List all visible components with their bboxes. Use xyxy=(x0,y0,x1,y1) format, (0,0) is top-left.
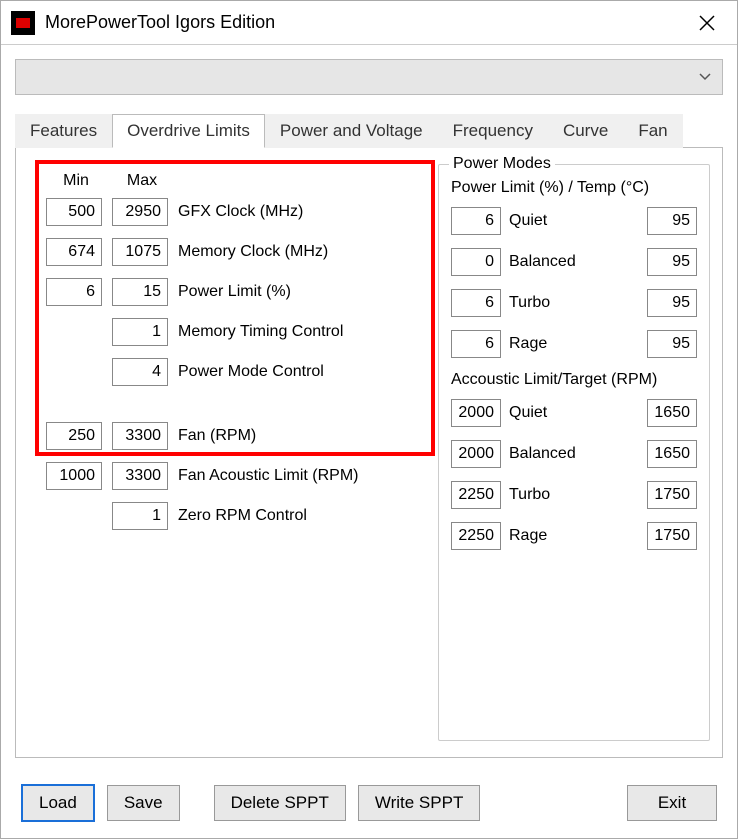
turbo-acoustic-limit-input[interactable] xyxy=(451,481,501,509)
fan-acoustic-max-input[interactable] xyxy=(112,462,168,490)
row-zero-rpm: Zero RPM Control xyxy=(46,502,418,530)
row-power-limit: Power Limit (%) xyxy=(46,278,418,306)
balanced-temp-input[interactable] xyxy=(647,248,697,276)
load-button[interactable]: Load xyxy=(21,784,95,822)
pm-quiet: Quiet xyxy=(451,207,697,235)
power-limit-label: Power Limit (%) xyxy=(178,283,418,301)
turbo-al-label: Turbo xyxy=(509,486,639,504)
row-power-mode-control: Power Mode Control xyxy=(46,358,418,386)
quiet-acoustic-limit-input[interactable] xyxy=(451,399,501,427)
delete-sppt-button[interactable]: Delete SPPT xyxy=(214,785,346,821)
power-mode-label: Power Mode Control xyxy=(178,363,418,381)
rage-acoustic-limit-input[interactable] xyxy=(451,522,501,550)
app-icon xyxy=(11,11,35,35)
memory-clock-label: Memory Clock (MHz) xyxy=(178,243,418,261)
rage-al-label: Rage xyxy=(509,527,639,545)
acoustic-limit-label: Accoustic Limit/Target (RPM) xyxy=(451,371,697,389)
fan-rpm-label: Fan (RPM) xyxy=(178,427,418,445)
tab-panel-overdrive: Min Max GFX Clock (MHz) Memory Clock (MH… xyxy=(15,148,723,758)
al-rage: Rage xyxy=(451,522,697,550)
balanced-al-label: Balanced xyxy=(509,445,639,463)
power-modes-title: Power Modes xyxy=(449,155,555,173)
gfx-clock-max-input[interactable] xyxy=(112,198,168,226)
turbo-label: Turbo xyxy=(509,294,639,312)
pm-rage: Rage xyxy=(451,330,697,358)
al-quiet: Quiet xyxy=(451,399,697,427)
al-turbo: Turbo xyxy=(451,481,697,509)
close-button[interactable] xyxy=(687,3,727,43)
rage-label: Rage xyxy=(509,335,639,353)
balanced-power-input[interactable] xyxy=(451,248,501,276)
row-gfx-clock: GFX Clock (MHz) xyxy=(46,198,418,226)
pm-balanced: Balanced xyxy=(451,248,697,276)
tabstrip: Features Overdrive Limits Power and Volt… xyxy=(15,113,723,148)
device-dropdown[interactable] xyxy=(15,59,723,95)
tab-fan[interactable]: Fan xyxy=(623,114,682,148)
column-headers: Min Max xyxy=(48,172,418,190)
tab-frequency[interactable]: Frequency xyxy=(438,114,548,148)
turbo-power-input[interactable] xyxy=(451,289,501,317)
write-sppt-button[interactable]: Write SPPT xyxy=(358,785,480,821)
button-bar: Load Save Delete SPPT Write SPPT Exit xyxy=(1,772,737,838)
power-limit-min-input[interactable] xyxy=(46,278,102,306)
balanced-acoustic-limit-input[interactable] xyxy=(451,440,501,468)
zero-rpm-label: Zero RPM Control xyxy=(178,507,418,525)
balanced-acoustic-target-input[interactable] xyxy=(647,440,697,468)
chevron-down-icon xyxy=(698,69,712,85)
pm-turbo: Turbo xyxy=(451,289,697,317)
gfx-clock-min-input[interactable] xyxy=(46,198,102,226)
close-icon xyxy=(699,15,715,31)
turbo-acoustic-target-input[interactable] xyxy=(647,481,697,509)
row-memory-clock: Memory Clock (MHz) xyxy=(46,238,418,266)
rage-power-input[interactable] xyxy=(451,330,501,358)
quiet-temp-input[interactable] xyxy=(647,207,697,235)
main-window: MorePowerTool Igors Edition Features Ove… xyxy=(0,0,738,839)
power-limit-max-input[interactable] xyxy=(112,278,168,306)
power-modes-frame: Power Modes Power Limit (%) / Temp (°C) … xyxy=(438,164,710,741)
tab-features[interactable]: Features xyxy=(15,114,112,148)
row-fan-acoustic: Fan Acoustic Limit (RPM) xyxy=(46,462,418,490)
gfx-clock-label: GFX Clock (MHz) xyxy=(178,203,418,221)
power-mode-max-input[interactable] xyxy=(112,358,168,386)
balanced-label: Balanced xyxy=(509,253,639,271)
turbo-temp-input[interactable] xyxy=(647,289,697,317)
fan-rpm-max-input[interactable] xyxy=(112,422,168,450)
memory-clock-min-input[interactable] xyxy=(46,238,102,266)
quiet-label: Quiet xyxy=(509,212,639,230)
max-header: Max xyxy=(114,172,170,190)
tab-overdrive-limits[interactable]: Overdrive Limits xyxy=(112,114,265,148)
min-header: Min xyxy=(48,172,104,190)
rage-temp-input[interactable] xyxy=(647,330,697,358)
rage-acoustic-target-input[interactable] xyxy=(647,522,697,550)
tab-curve[interactable]: Curve xyxy=(548,114,623,148)
quiet-al-label: Quiet xyxy=(509,404,639,422)
al-balanced: Balanced xyxy=(451,440,697,468)
tab-power-and-voltage[interactable]: Power and Voltage xyxy=(265,114,438,148)
content-area: Features Overdrive Limits Power and Volt… xyxy=(1,45,737,772)
quiet-acoustic-target-input[interactable] xyxy=(647,399,697,427)
row-fan-rpm: Fan (RPM) xyxy=(46,422,418,450)
overdrive-left-column: Min Max GFX Clock (MHz) Memory Clock (MH… xyxy=(28,164,426,741)
row-memory-timing: Memory Timing Control xyxy=(46,318,418,346)
save-button[interactable]: Save xyxy=(107,785,180,821)
memory-timing-label: Memory Timing Control xyxy=(178,323,418,341)
zero-rpm-max-input[interactable] xyxy=(112,502,168,530)
fan-acoustic-label: Fan Acoustic Limit (RPM) xyxy=(178,467,418,485)
power-limit-temp-label: Power Limit (%) / Temp (°C) xyxy=(451,179,697,197)
quiet-power-input[interactable] xyxy=(451,207,501,235)
titlebar: MorePowerTool Igors Edition xyxy=(1,1,737,45)
memory-clock-max-input[interactable] xyxy=(112,238,168,266)
memory-timing-max-input[interactable] xyxy=(112,318,168,346)
window-title: MorePowerTool Igors Edition xyxy=(45,12,687,33)
exit-button[interactable]: Exit xyxy=(627,785,717,821)
fan-rpm-min-input[interactable] xyxy=(46,422,102,450)
fan-acoustic-min-input[interactable] xyxy=(46,462,102,490)
